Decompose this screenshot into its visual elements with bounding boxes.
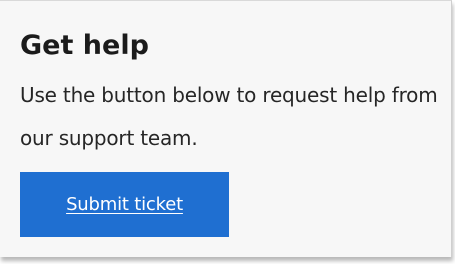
card-description: Use the button below to request help fro… — [20, 83, 438, 150]
card-title: Get help — [20, 30, 149, 61]
submit-ticket-button[interactable]: Submit ticket — [20, 172, 229, 237]
help-card: Get help Use the button below to request… — [0, 0, 452, 257]
